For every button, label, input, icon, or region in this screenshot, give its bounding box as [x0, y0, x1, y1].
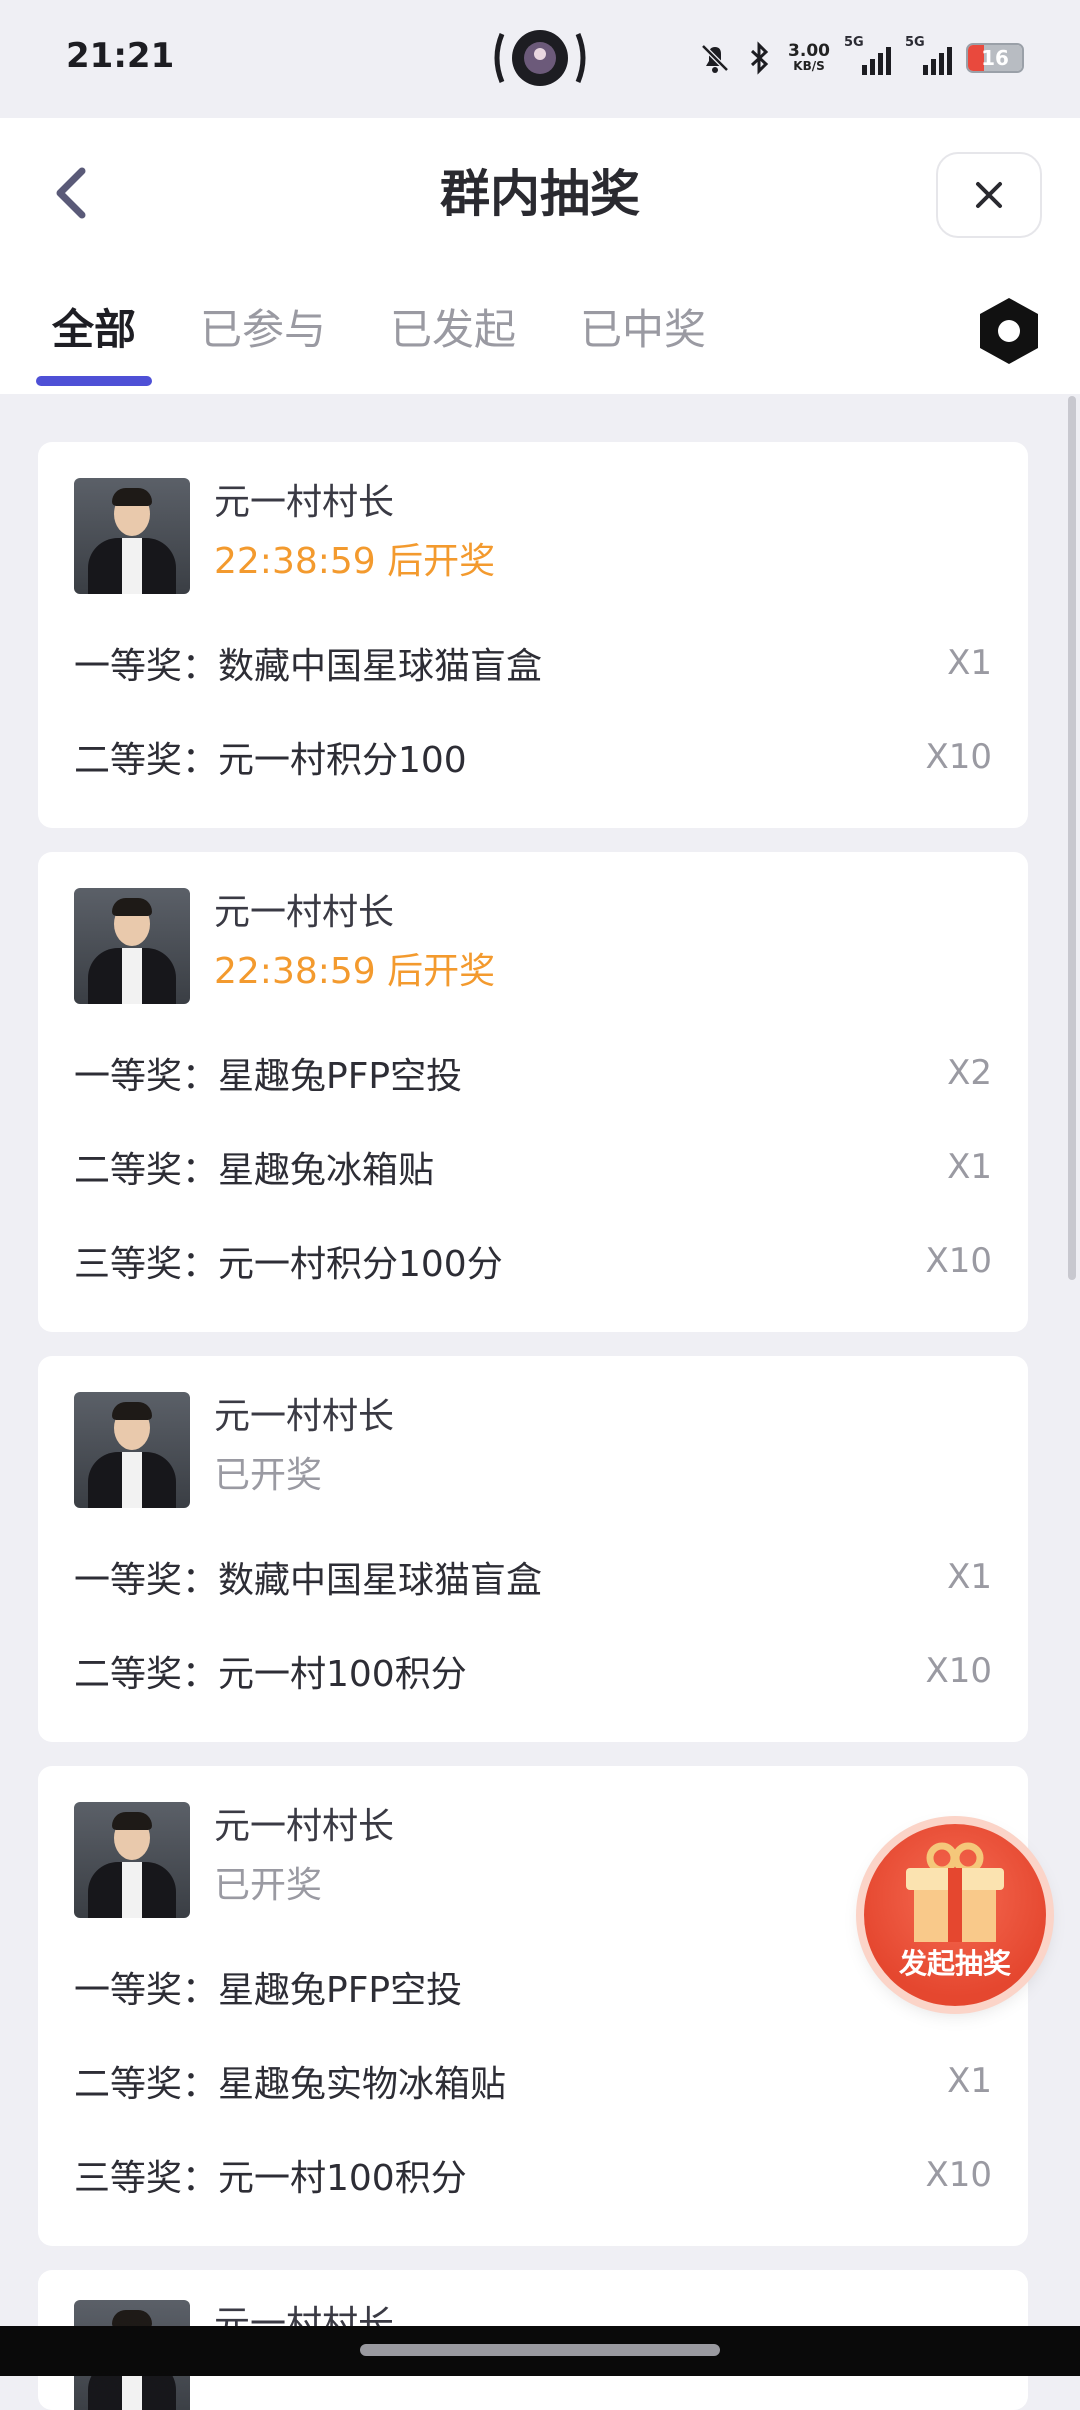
prize-label: 一等奖：数藏中国星球猫盲盒 [74, 1560, 543, 1601]
prize-label: 二等奖：元一村积分100 [74, 740, 467, 781]
prize-row: 二等奖：元一村积分100 X10 [74, 710, 992, 804]
prize-row: 三等奖：元一村积分100分 X10 [74, 1214, 992, 1308]
prize-row: 二等奖：星趣兔实物冰箱贴 X1 [74, 2034, 992, 2128]
mute-bell-icon [701, 44, 729, 73]
system-nav-bar [0, 2326, 1080, 2376]
avatar [74, 1392, 190, 1508]
prize-quantity: X10 [925, 737, 992, 777]
status-bar: 21:21 3.00 KB/S 5G 5G 16 [0, 0, 1080, 118]
home-gesture-handle[interactable] [360, 2344, 720, 2356]
tab-bar: 全部 已参与 已发起 已中奖 [36, 290, 754, 386]
avatar [74, 478, 190, 594]
prize-row: 二等奖：元一村100积分 X10 [74, 1624, 992, 1718]
prize-quantity: X1 [947, 2061, 992, 2101]
prize-row: 一等奖：数藏中国星球猫盲盒 X1 [74, 616, 992, 710]
tab-all[interactable]: 全部 [36, 290, 153, 386]
prize-label: 二等奖：元一村100积分 [74, 1654, 467, 1695]
lottery-card[interactable]: 元一村村长 22:38:59 后开奖 一等奖：数藏中国星球猫盲盒 X1 二等奖：… [38, 442, 1028, 828]
hexagon-settings-icon [980, 298, 1038, 364]
prize-row: 一等奖：星趣兔PFP空投 [74, 1940, 992, 2034]
scrollbar[interactable] [1068, 396, 1076, 1280]
prize-label: 一等奖：数藏中国星球猫盲盒 [74, 646, 543, 687]
prize-label: 三等奖：元一村积分100分 [74, 1244, 503, 1285]
prize-quantity: X1 [947, 643, 992, 683]
prize-quantity: X2 [947, 1053, 992, 1093]
signal-icon: 5G [905, 35, 952, 75]
media-indicator-icon [488, 24, 592, 92]
prize-row: 一等奖：数藏中国星球猫盲盒 X1 [74, 1530, 992, 1624]
prize-quantity: X1 [947, 1147, 992, 1187]
prize-quantity: X1 [947, 1557, 992, 1597]
status-time: 21:21 [66, 36, 175, 76]
bluetooth-icon [751, 41, 769, 75]
start-lottery-button[interactable]: 发起抽奖 [864, 1824, 1046, 2006]
prize-label: 一等奖：星趣兔PFP空投 [74, 1056, 463, 1097]
close-button[interactable] [936, 152, 1042, 238]
prize-quantity: X10 [925, 2155, 992, 2195]
drawn-status: 已开奖 [214, 1865, 323, 1906]
close-icon [976, 182, 1002, 208]
avatar [74, 1802, 190, 1918]
host-name: 元一村村长 [214, 1806, 395, 1847]
countdown-status: 22:38:59 后开奖 [214, 951, 496, 992]
host-name: 元一村村长 [214, 482, 395, 523]
prize-row: 一等奖：星趣兔PFP空投 X2 [74, 1026, 992, 1120]
host-name: 元一村村长 [214, 1396, 395, 1437]
prize-quantity: X10 [925, 1241, 992, 1281]
tab-won[interactable]: 已中奖 [564, 290, 722, 370]
signal-icon: 5G [844, 35, 891, 75]
lottery-card[interactable]: 元一村村长 22:38:59 后开奖 一等奖：星趣兔PFP空投 X2 二等奖：星… [38, 852, 1028, 1332]
prize-label: 二等奖：星趣兔实物冰箱贴 [74, 2064, 507, 2105]
countdown-status: 22:38:59 后开奖 [214, 541, 496, 582]
fab-label: 发起抽奖 [898, 1947, 1011, 1980]
lottery-card[interactable]: 元一村村长 已开奖 一等奖：数藏中国星球猫盲盒 X1 二等奖：元一村100积分 … [38, 1356, 1028, 1742]
tab-joined[interactable]: 已参与 [184, 290, 342, 370]
status-icons: 3.00 KB/S 5G 5G 16 [698, 34, 1024, 82]
prize-row: 二等奖：星趣兔冰箱贴 X1 [74, 1120, 992, 1214]
net-speed: 3.00 KB/S [788, 41, 830, 73]
tab-initiated[interactable]: 已发起 [374, 290, 532, 370]
host-name: 元一村村长 [214, 892, 395, 933]
prize-label: 一等奖：星趣兔PFP空投 [74, 1970, 463, 2011]
lottery-list: 元一村村长 22:38:59 后开奖 一等奖：数藏中国星球猫盲盒 X1 二等奖：… [38, 442, 1028, 2410]
prize-quantity: X10 [925, 1651, 992, 1691]
page-title: 群内抽奖 [440, 165, 640, 223]
battery-icon: 16 [966, 43, 1024, 73]
header: 群内抽奖 全部 已参与 已发起 已中奖 [0, 118, 1080, 394]
settings-button[interactable] [974, 294, 1044, 368]
prize-row: 三等奖：元一村100积分 X10 [74, 2128, 992, 2222]
prize-label: 三等奖：元一村100积分 [74, 2158, 467, 2199]
prize-label: 二等奖：星趣兔冰箱贴 [74, 1150, 435, 1191]
drawn-status: 已开奖 [214, 1455, 323, 1496]
avatar [74, 888, 190, 1004]
